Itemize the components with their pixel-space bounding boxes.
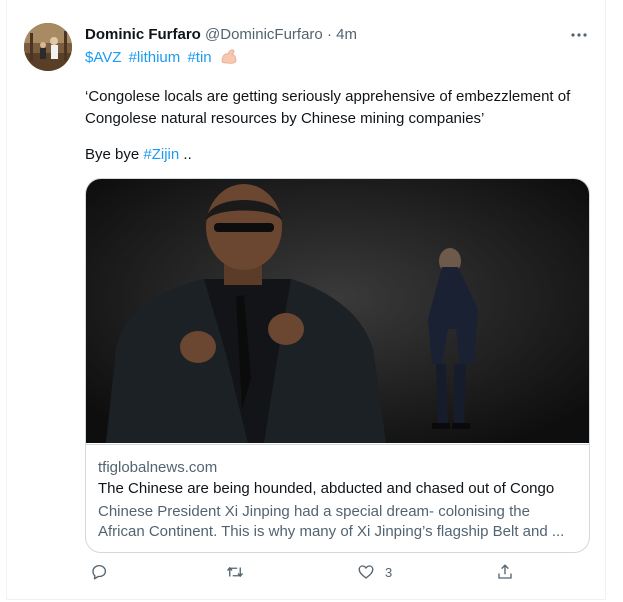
flexed-biceps-icon [219, 47, 239, 69]
tweet-article[interactable]: Dominic Furfaro @DominicFurfaro · 4m $AV… [6, 0, 606, 600]
trailing-dots: .. [179, 146, 192, 163]
author-handle[interactable]: @DominicFurfaro [205, 26, 323, 43]
card-title: The Chinese are being hounded, abducted … [98, 480, 555, 497]
bye-text: Bye bye [85, 146, 144, 163]
hashtag-link[interactable]: #Zijin [143, 146, 179, 163]
tweet-header: Dominic Furfaro @DominicFurfaro · 4m [85, 26, 357, 46]
tweet-text-line: Bye bye #Zijin .. [85, 144, 585, 166]
like-count: 3 [385, 564, 393, 580]
more-options-button[interactable] [567, 23, 591, 47]
author-name[interactable]: Dominic Furfaro [85, 26, 201, 43]
action-bar: 3 [85, 560, 515, 590]
retweet-button[interactable] [226, 563, 244, 581]
cashtag-link[interactable]: $AVZ [85, 49, 121, 66]
hashtag-link[interactable]: #tin [187, 49, 211, 66]
card-meta: tfiglobalnews.com The Chinese are being … [86, 444, 589, 552]
card-image [86, 179, 589, 443]
heart-icon [358, 565, 374, 579]
share-button[interactable] [496, 563, 514, 581]
link-card[interactable]: tfiglobalnews.com The Chinese are being … [85, 178, 590, 553]
card-description-line: African Continent. This is why many of X… [98, 523, 565, 540]
more-icon [571, 33, 587, 37]
retweet-icon [226, 566, 244, 578]
avatar-photo [24, 23, 72, 71]
tweet-time[interactable]: 4m [336, 26, 357, 43]
tweet-text: ‘Congolese locals are getting seriously … [85, 88, 571, 127]
reply-icon [92, 564, 107, 580]
card-description: Chinese President Xi Jinping had a speci… [98, 502, 578, 542]
like-button[interactable]: 3 [357, 563, 392, 581]
avatar[interactable] [24, 23, 72, 71]
tags-line: $AVZ #lithium #tin [85, 47, 239, 69]
share-icon [498, 564, 512, 579]
reply-button[interactable] [90, 563, 108, 581]
separator-dot: · [326, 26, 332, 43]
card-description-line: Chinese President Xi Jinping had a speci… [98, 503, 530, 520]
hashtag-link[interactable]: #lithium [129, 49, 181, 66]
card-domain: tfiglobalnews.com [98, 459, 218, 476]
